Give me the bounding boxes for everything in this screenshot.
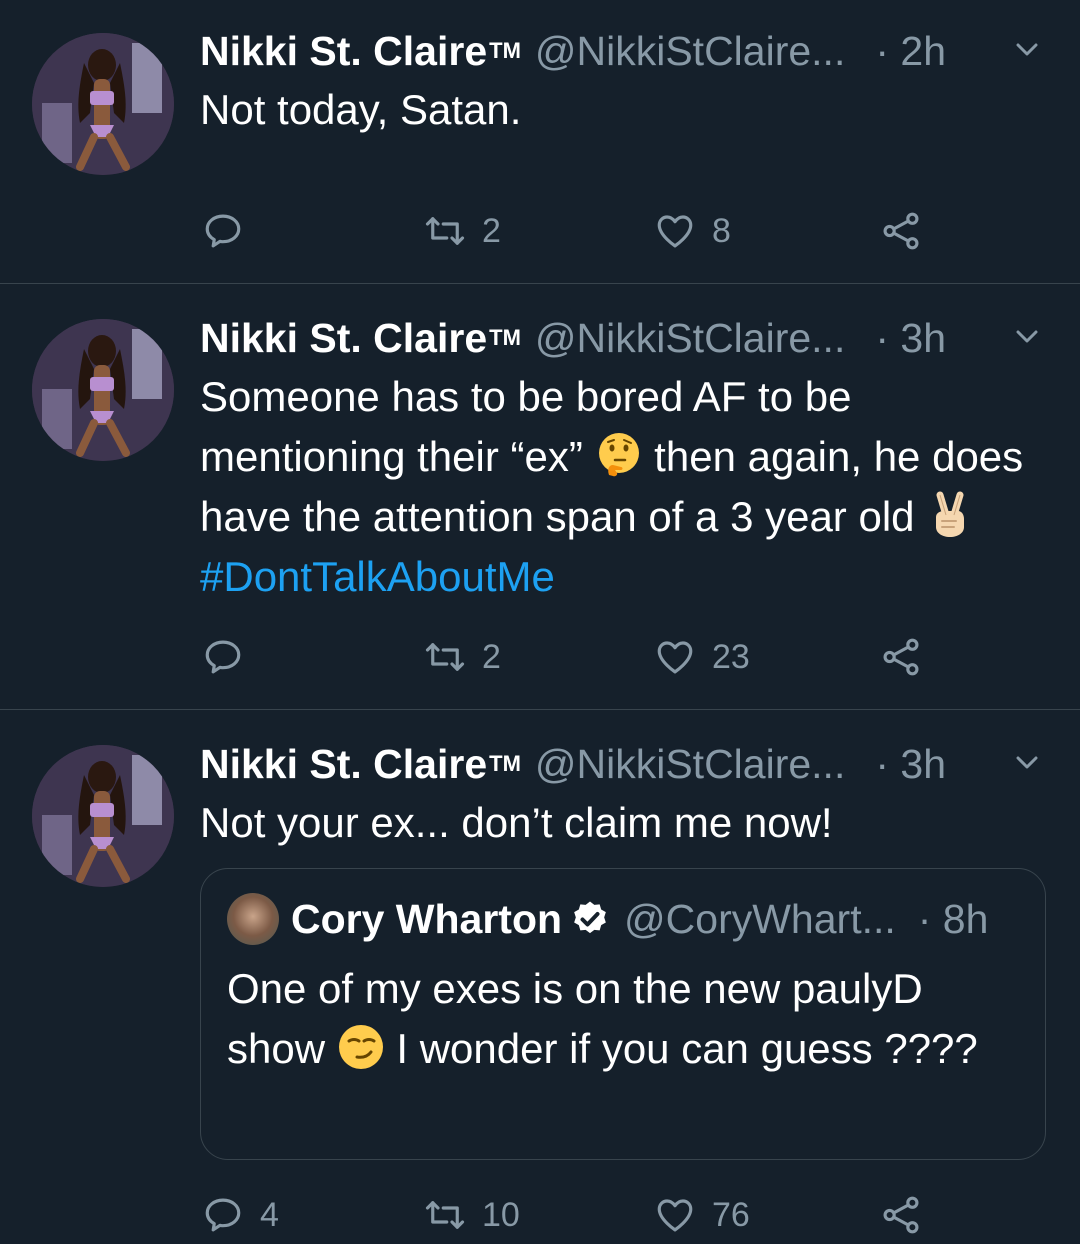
user-handle: @CoryWhart... — [624, 895, 896, 942]
user-handle[interactable]: @NikkiStClaire... — [535, 313, 845, 363]
chevron-down-icon[interactable] — [1014, 753, 1040, 773]
like-button[interactable]: 23 — [654, 632, 750, 682]
share-icon — [880, 636, 922, 678]
heart-icon — [654, 210, 696, 252]
reply-icon — [202, 1194, 244, 1236]
heart-icon — [654, 1194, 696, 1236]
trademark-sign: TM — [489, 38, 521, 63]
timestamp[interactable]: · 3h — [875, 313, 946, 363]
timestamp: · 8h — [917, 895, 989, 942]
retweet-button[interactable]: 10 — [424, 1190, 520, 1240]
quoted-tweet-header: Cory Wharton @CoryWhart... · 8h — [227, 893, 988, 945]
quoted-tweet-text: One of my exes is on the new paulyD show… — [227, 959, 1017, 1079]
trademark-sign: TM — [489, 325, 521, 350]
avatar[interactable] — [32, 33, 174, 175]
share-button[interactable] — [880, 1190, 922, 1240]
display-name[interactable]: Nikki St. Claire — [200, 313, 487, 363]
tweet-actions: 4 10 76 — [0, 1190, 1080, 1240]
like-button[interactable]: 8 — [654, 206, 731, 256]
reply-icon — [202, 210, 244, 252]
tweet-text-part: I wonder if you can guess ???? — [384, 1025, 978, 1072]
retweet-icon — [424, 1194, 466, 1236]
share-button[interactable] — [880, 632, 922, 682]
verified-badge-icon — [570, 899, 610, 939]
tweet[interactable]: Nikki St. Claire TM @NikkiStClaire... · 3… — [0, 284, 1080, 709]
tweet-text: Not your ex... don’t claim me now! — [200, 799, 833, 846]
retweet-count: 10 — [482, 1195, 520, 1234]
user-handle[interactable]: @NikkiStClaire... — [535, 739, 845, 789]
hashtag-link[interactable]: #DontTalkAboutMe — [200, 553, 555, 600]
display-name[interactable]: Nikki St. Claire — [200, 739, 487, 789]
timestamp[interactable]: · 3h — [875, 739, 946, 789]
user-handle[interactable]: @NikkiStClaire... — [535, 26, 845, 76]
victory-hand-emoji — [926, 491, 974, 539]
share-icon — [880, 210, 922, 252]
retweet-icon — [424, 636, 466, 678]
like-button[interactable]: 76 — [654, 1190, 750, 1240]
smirking-face-emoji — [337, 1023, 385, 1071]
reply-icon — [202, 636, 244, 678]
retweet-button[interactable]: 2 — [424, 206, 501, 256]
avatar — [227, 893, 279, 945]
heart-icon — [654, 636, 696, 678]
tweet-text: Not today, Satan. — [200, 86, 522, 133]
reply-button[interactable]: 4 — [202, 1190, 279, 1240]
reply-count: 4 — [260, 1195, 279, 1234]
retweet-button[interactable]: 2 — [424, 632, 501, 682]
chevron-down-icon[interactable] — [1014, 40, 1040, 60]
reply-button[interactable] — [202, 206, 244, 256]
like-count: 23 — [712, 637, 750, 676]
share-icon — [880, 1194, 922, 1236]
like-count: 76 — [712, 1195, 750, 1234]
reply-button[interactable] — [202, 632, 244, 682]
tweet-header: Nikki St. Claire TM @NikkiStClaire... · 3… — [200, 739, 1040, 789]
retweet-count: 2 — [482, 211, 501, 250]
trademark-sign: TM — [489, 751, 521, 776]
tweet-actions: 2 8 — [0, 206, 1080, 256]
share-button[interactable] — [880, 206, 922, 256]
tweet[interactable]: Nikki St. Claire TM @NikkiStClaire... · 2… — [0, 0, 1080, 283]
like-count: 8 — [712, 211, 731, 250]
display-name[interactable]: Nikki St. Claire — [200, 26, 487, 76]
tweet-header: Nikki St. Claire TM @NikkiStClaire... · 2… — [200, 26, 1040, 76]
avatar[interactable] — [32, 319, 174, 461]
avatar[interactable] — [32, 745, 174, 887]
chevron-down-icon[interactable] — [1014, 327, 1040, 347]
thinking-face-emoji — [595, 431, 643, 479]
tweet-text: Someone has to be bored AF to be mention… — [200, 367, 1030, 607]
display-name: Cory Wharton — [291, 895, 563, 942]
tweet-actions: 2 23 — [0, 632, 1080, 682]
retweet-icon — [424, 210, 466, 252]
tweet-header: Nikki St. Claire TM @NikkiStClaire... · 3… — [200, 313, 1040, 363]
retweet-count: 2 — [482, 637, 501, 676]
timestamp[interactable]: · 2h — [875, 26, 946, 76]
quoted-tweet[interactable]: Cory Wharton @CoryWhart... · 8h One of m… — [200, 868, 1046, 1160]
